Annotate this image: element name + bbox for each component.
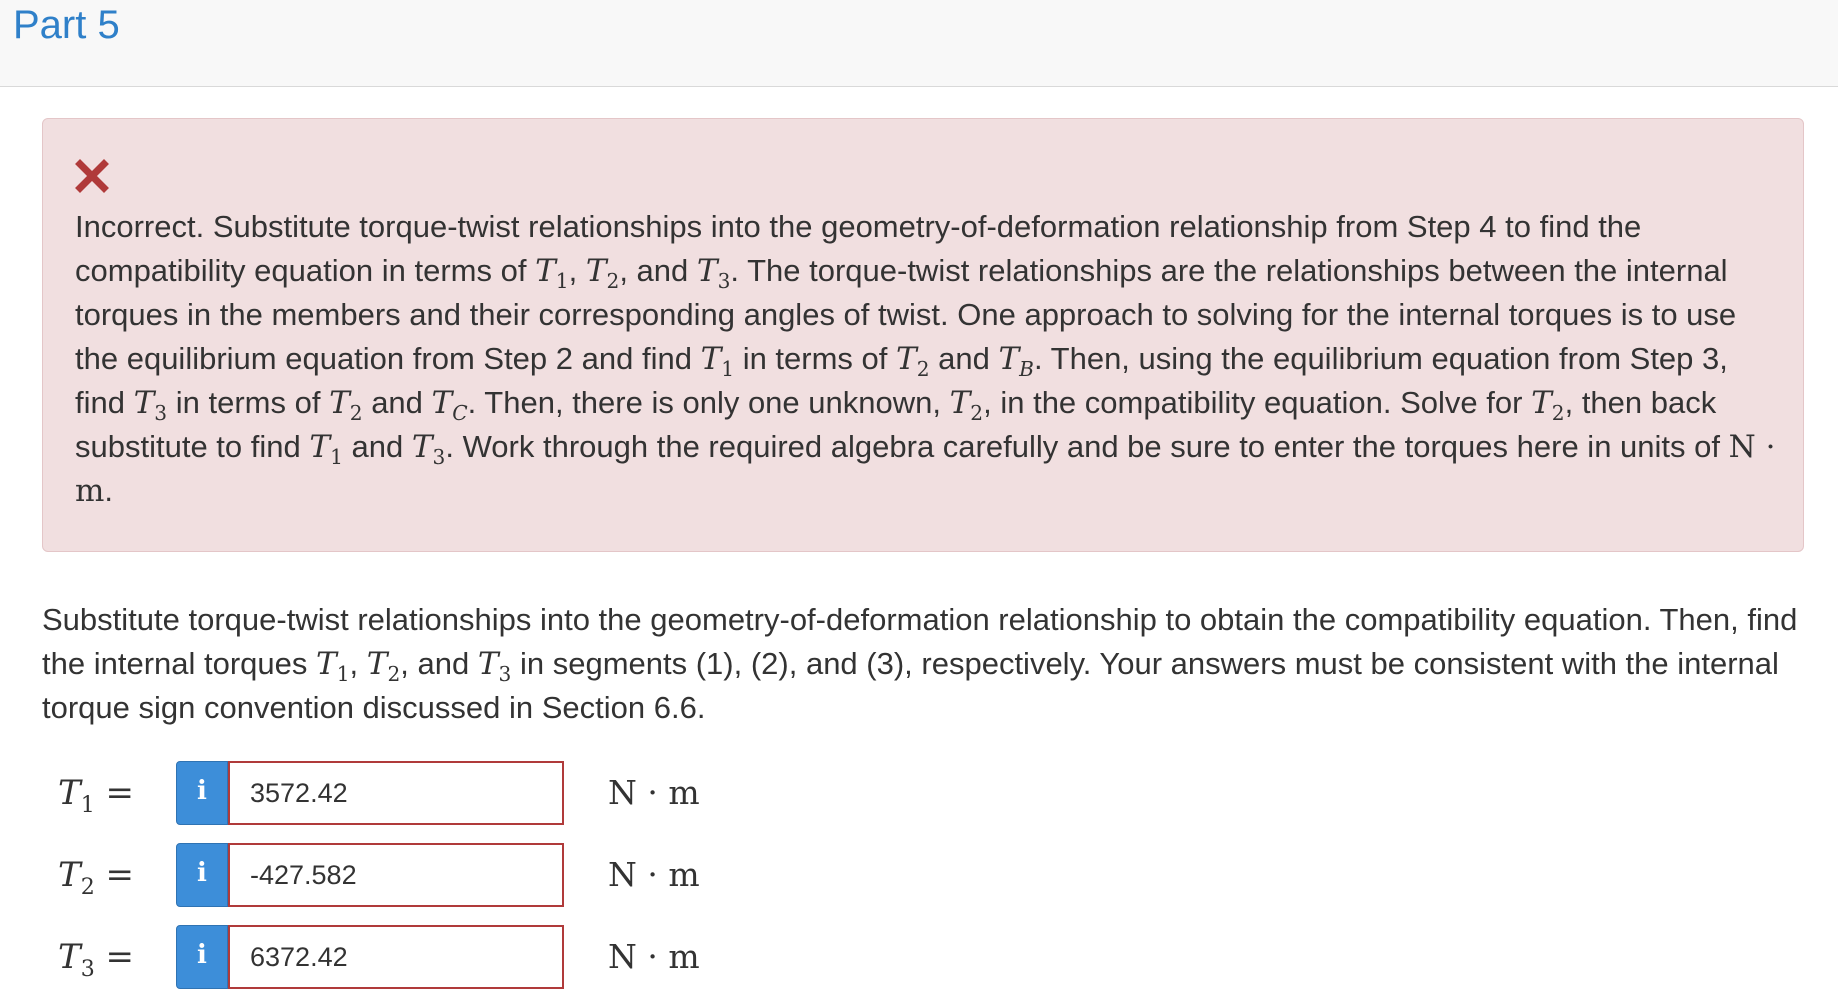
part-title: Part 5 <box>13 3 120 47</box>
answer-input-t1[interactable] <box>228 761 564 825</box>
answer-label: T2 = <box>58 855 135 900</box>
unit-label: N · m <box>608 937 700 976</box>
feedback-text: Incorrect. Substitute torque-twist relat… <box>75 209 1776 509</box>
answer-input-t2[interactable] <box>228 843 564 907</box>
answer-label: T1 = <box>58 773 135 818</box>
feedback-box: Incorrect. Substitute torque-twist relat… <box>42 118 1804 552</box>
part-header: Part 5 <box>0 0 1838 87</box>
question-prompt: Substitute torque-twist relationships in… <box>42 602 1798 725</box>
answer-row-t3: T3 = i N · m <box>58 925 758 989</box>
unit-label: N · m <box>608 855 700 894</box>
close-icon <box>75 159 109 193</box>
unit-label: N · m <box>608 773 700 812</box>
answer-label: T3 = <box>58 937 135 982</box>
info-button[interactable]: i <box>176 925 228 989</box>
info-button[interactable]: i <box>176 843 228 907</box>
info-button[interactable]: i <box>176 761 228 825</box>
answer-input-t3[interactable] <box>228 925 564 989</box>
answer-row-t2: T2 = i N · m <box>58 843 758 907</box>
answer-row-t1: T1 = i N · m <box>58 761 758 825</box>
